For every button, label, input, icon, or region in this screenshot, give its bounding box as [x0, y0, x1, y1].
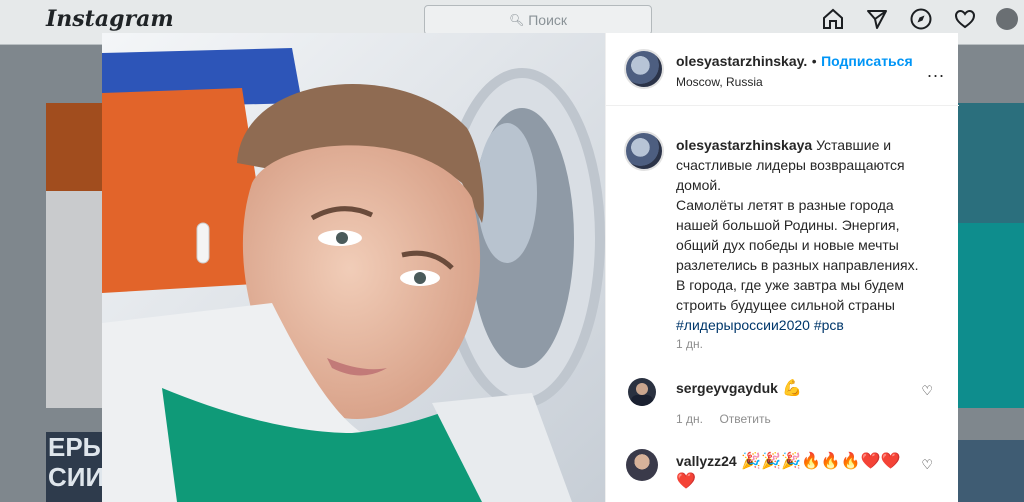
caption-line: строить будущее сильной страны	[676, 297, 895, 313]
background-post-right-bottom	[958, 440, 1024, 502]
caption-hashtags[interactable]: #лидерыроссии2020 #рсв	[676, 317, 844, 333]
home-icon[interactable]	[820, 6, 846, 32]
caption-line: нашей большой Родины. Энергия,	[676, 217, 900, 233]
commenter-avatar[interactable]	[626, 449, 658, 481]
caption-line: Самолёты летят в разные города	[676, 197, 894, 213]
caption-author[interactable]: olesyastarzhinskaya	[676, 137, 812, 153]
caption-line: общий дух победы и новые мечты	[676, 237, 899, 253]
nav-icons	[820, 6, 1024, 34]
comment-text: 🎉🎉🎉🔥🔥🔥❤️❤️	[741, 453, 901, 470]
background-post-left	[46, 103, 102, 408]
post-modal: olesyastarzhinskay. • Подписаться Moscow…	[102, 33, 959, 502]
caption-line: В города, где уже завтра мы будем	[676, 277, 904, 293]
comment-text: 💪	[782, 380, 803, 397]
search-placeholder: Поиск	[528, 12, 568, 28]
post-header: olesyastarzhinskay. • Подписаться Moscow…	[606, 33, 959, 106]
comment-username[interactable]: vallyzz24	[676, 453, 737, 469]
profile-avatar[interactable]	[996, 8, 1018, 30]
commenter-avatar[interactable]	[628, 378, 656, 406]
comment-row: vallyzz24 🎉🎉🎉🔥🔥🔥❤️❤️ ❤️	[676, 451, 916, 492]
background-post-right	[958, 103, 1024, 408]
follow-button[interactable]: Подписаться	[821, 53, 913, 69]
post-photo	[102, 33, 605, 502]
comment-text-continued: ❤️	[676, 473, 696, 490]
reply-button[interactable]: Ответить	[719, 412, 770, 426]
explore-icon[interactable]	[908, 6, 934, 32]
comment-like-icon[interactable]: ♡	[921, 457, 933, 473]
direct-icon[interactable]	[864, 6, 890, 32]
instagram-logo[interactable]: Instagram	[46, 6, 174, 32]
caption-line: разлетелись в разных направлениях.	[676, 257, 919, 273]
author-username[interactable]: olesyastarzhinskay.	[676, 53, 807, 69]
comment-username[interactable]: sergeyvgayduk	[676, 380, 778, 396]
separator-dot: •	[811, 53, 817, 69]
caption-line: Уставшие и	[816, 137, 892, 153]
more-options-icon[interactable]: ...	[927, 61, 945, 82]
background-post-left-bottom: ЕРЫ СИИ	[46, 432, 102, 502]
caption-author-avatar[interactable]	[624, 131, 664, 171]
search-icon: 🔍︎	[508, 13, 525, 27]
author-avatar[interactable]	[624, 49, 664, 89]
post-location[interactable]: Moscow, Russia	[676, 75, 763, 89]
comment-meta: 1 дн. Ответить	[676, 410, 771, 428]
post-caption: olesyastarzhinskaya Уставшие и счастливы…	[676, 135, 946, 335]
comment-timestamp[interactable]: 1 дн.	[676, 412, 703, 426]
search-input[interactable]: 🔍︎ Поиск	[424, 5, 652, 35]
caption-line: домой.	[676, 177, 722, 193]
heart-icon[interactable]	[952, 6, 978, 32]
caption-timestamp[interactable]: 1 дн.	[676, 337, 703, 351]
post-sidebar: olesyastarzhinskay. • Подписаться Moscow…	[605, 33, 959, 502]
comment-row: sergeyvgayduk 💪	[676, 378, 802, 398]
caption-line: счастливые лидеры возвращаются	[676, 157, 905, 173]
comment-like-icon[interactable]: ♡	[921, 383, 933, 399]
